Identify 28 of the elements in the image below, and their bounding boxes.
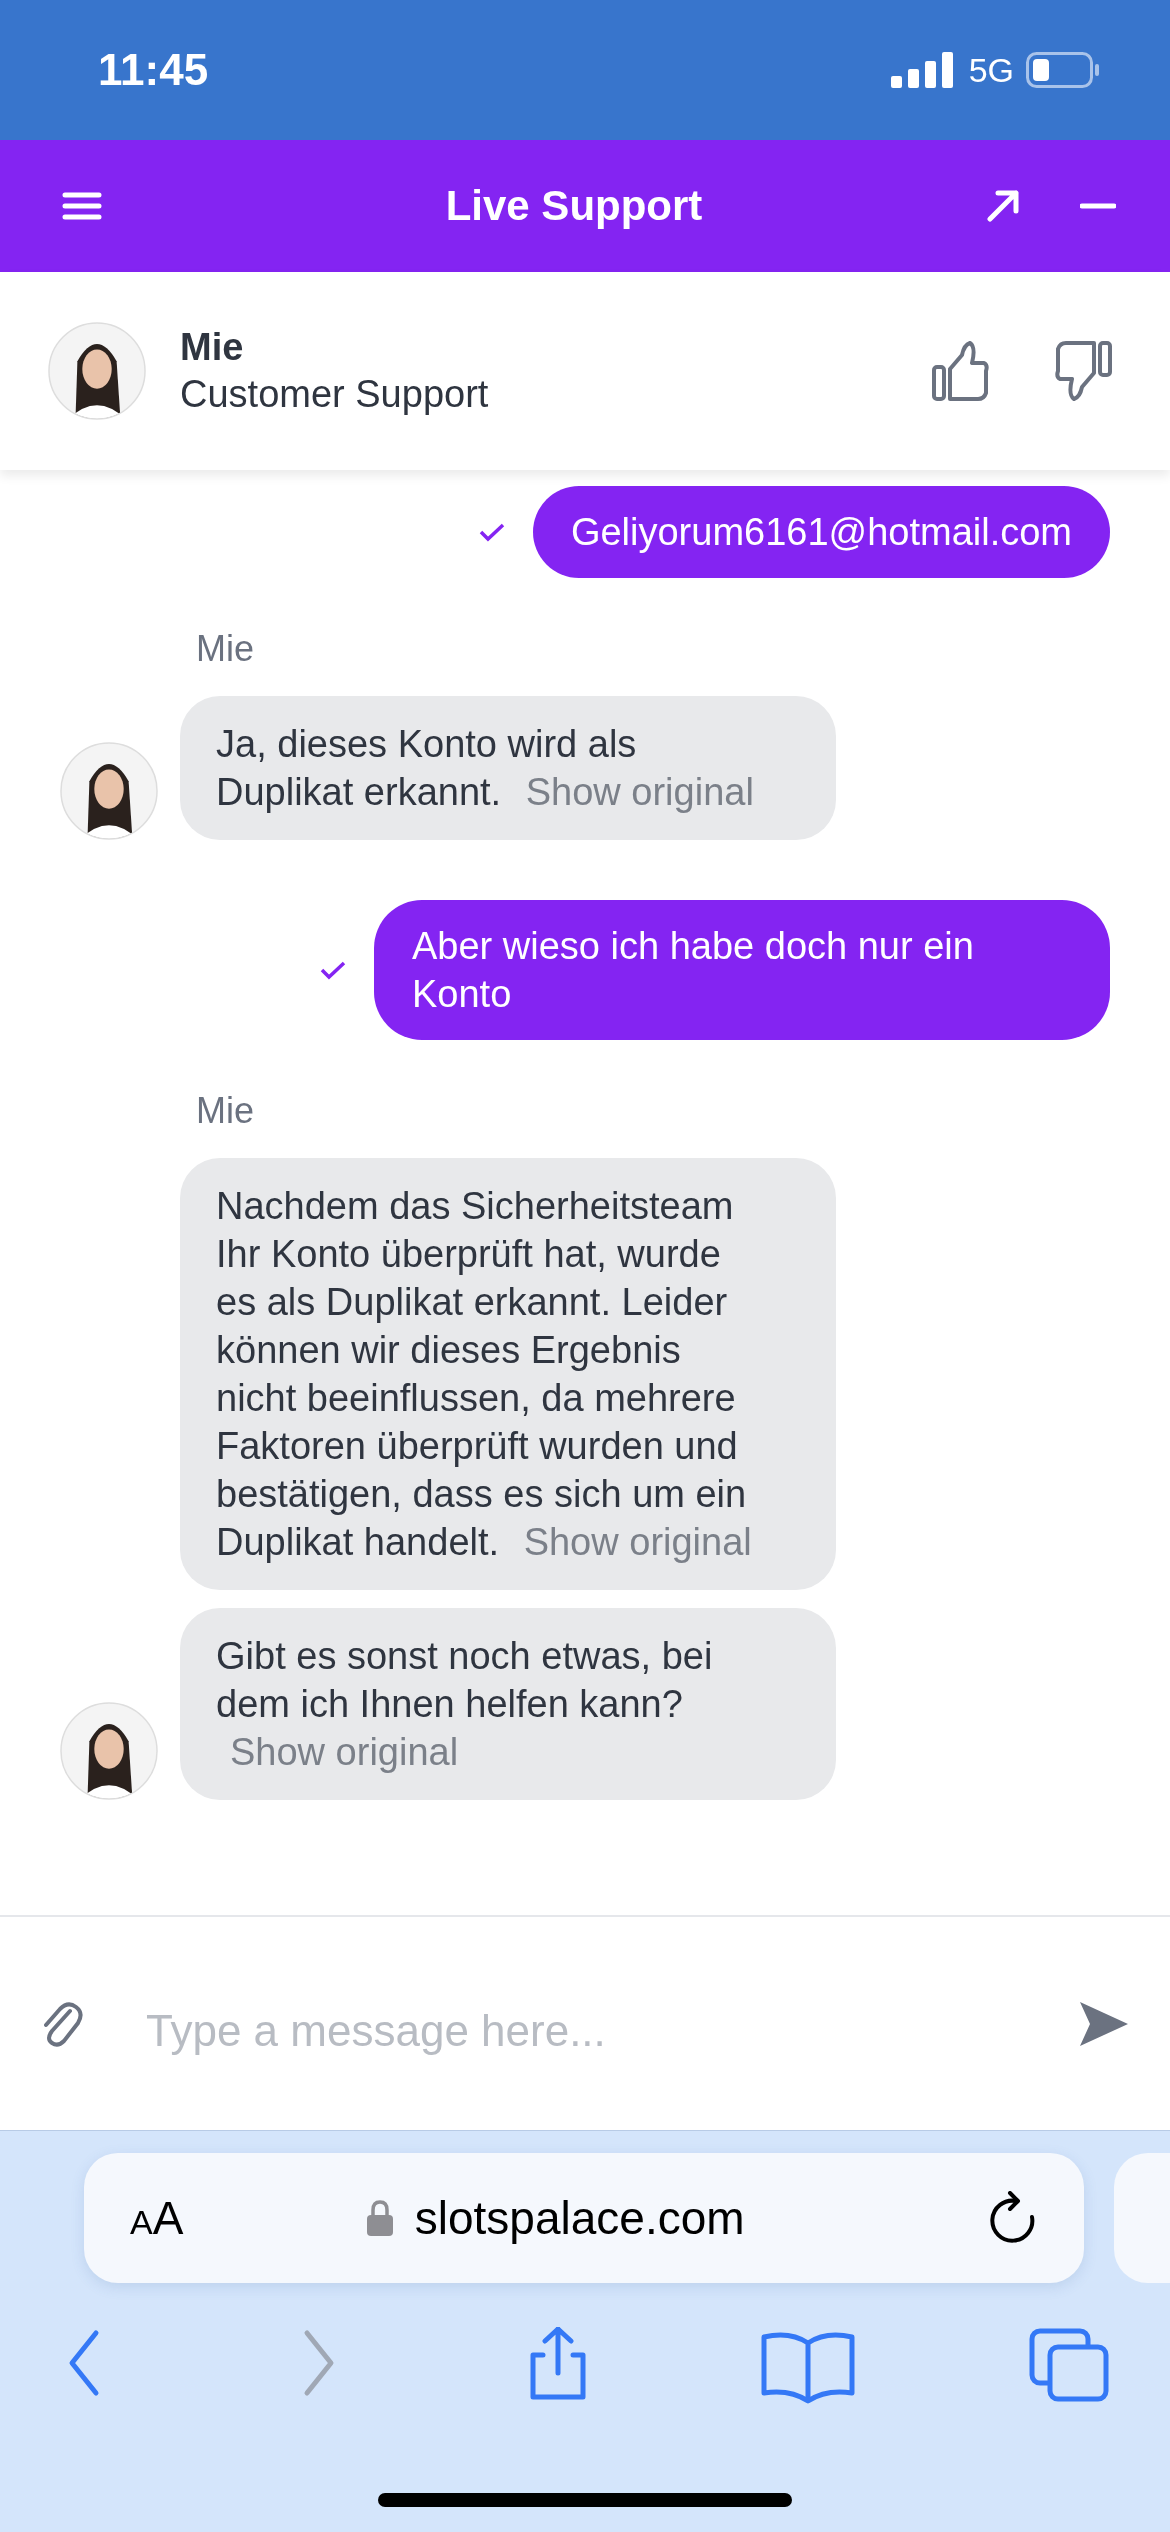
thumbs-up-icon[interactable] bbox=[932, 341, 990, 401]
expand-icon[interactable] bbox=[986, 189, 1020, 223]
network-label: 5G bbox=[968, 50, 1014, 90]
clock: 11:45 bbox=[98, 45, 209, 95]
thumbs-down-icon[interactable] bbox=[1054, 341, 1112, 401]
menu-icon[interactable] bbox=[62, 191, 102, 221]
show-original-link[interactable]: Show original bbox=[525, 771, 754, 813]
message-bubble: Aber wieso ich habe doch nur ein Konto bbox=[374, 900, 1110, 1040]
agent-role: Customer Support bbox=[180, 373, 490, 416]
sender-name: Mie bbox=[196, 628, 255, 670]
send-icon[interactable] bbox=[1078, 1999, 1130, 2048]
show-original-link[interactable]: Show original bbox=[230, 1731, 459, 1773]
message-bubble: Ja, dieses Konto wird als Duplikat erkannt. Show original bbox=[180, 696, 836, 840]
message-bubble: Nachdem das Sicherheitsteam Ihr Konto überprüft hat, wurde es als Duplikat erkannt. Leider können wir dieses Ergebnis nicht beeinflussen, da mehrere Faktoren überprüft wurden und bestätigen, dass es sich um ein Duplikat handelt. Show original bbox=[180, 1158, 836, 1590]
address-bar[interactable]: AA slotspalace.com bbox=[84, 2153, 1084, 2283]
battery-icon bbox=[1026, 52, 1100, 88]
show-original-link[interactable]: Show original bbox=[523, 1521, 752, 1563]
message-bubble: Geliyorum6161@hotmail.com bbox=[532, 486, 1110, 578]
text-size-button[interactable]: AA bbox=[130, 2191, 184, 2245]
sender-name: Mie bbox=[196, 1090, 255, 1132]
lock-icon bbox=[366, 2200, 393, 2236]
minimize-icon[interactable] bbox=[1080, 202, 1116, 210]
agent-name: Mie bbox=[180, 326, 245, 369]
message-bubble: Gibt es sonst noch etwas, bei dem ich Ihnen helfen kann? Show original bbox=[180, 1608, 836, 1800]
tabs-icon[interactable] bbox=[1028, 2327, 1110, 2405]
url-text: slotspalace.com bbox=[414, 2191, 745, 2245]
header-title: Live Support bbox=[444, 182, 704, 230]
message-input[interactable]: Type a message here... bbox=[144, 2004, 1038, 2057]
